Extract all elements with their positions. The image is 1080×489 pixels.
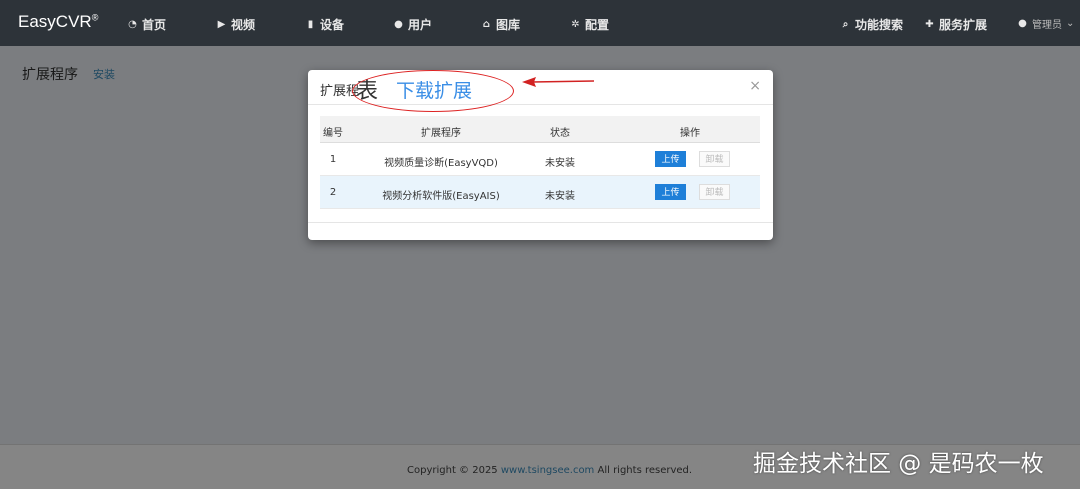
gear-icon: ✲ (571, 19, 580, 30)
table-header: 编号 扩展程序 状态 操作 (320, 116, 760, 143)
device-icon: ▮ (307, 19, 314, 30)
brand-name: EasyCVR (18, 12, 92, 31)
function-search[interactable]: ⌕ 功能搜索 (840, 16, 903, 33)
brand-mark: ® (91, 12, 99, 23)
nav-home[interactable]: ◔ 首页 (127, 16, 166, 33)
puzzle-icon: ✚ (925, 19, 934, 30)
top-navbar: EasyCVR® ◔ 首页 ▶ 视频 ▮ 设备 ● 用户 ⌂ 图库 ✲ 配置 ⌕ 功能搜索 ✚… (0, 0, 1080, 46)
row-name: 视频分析软件版(EasyAIS) (382, 191, 500, 202)
nav-video[interactable]: ▶ 视频 (216, 16, 255, 33)
search-icon: ⌕ (842, 19, 849, 30)
extension-table: 编号 扩展程序 状态 操作 1 视频质量诊断(EasyVQD) 未安装 上传 卸… (320, 116, 760, 209)
nav-device[interactable]: ▮ 设备 (305, 16, 344, 33)
upload-button[interactable]: 上传 (655, 151, 686, 167)
dashboard-icon: ◔ (128, 19, 137, 30)
user-icon: ● (394, 19, 403, 30)
close-icon[interactable]: × (749, 78, 761, 94)
row-status: 未安装 (545, 158, 575, 169)
row-status: 未安装 (545, 191, 575, 202)
annotation-text: 下载扩展 (396, 80, 473, 102)
bank-icon: ⌂ (482, 19, 491, 30)
user-menu[interactable]: ● 管理员 ⌄ (1017, 16, 1074, 31)
col-status: 状态 (550, 128, 570, 139)
table-row: 2 视频分析软件版(EasyAIS) 未安装 上传 卸载 (320, 176, 760, 209)
chevron-down-icon: ⌄ (1066, 18, 1075, 29)
user-icon: ● (1018, 18, 1027, 29)
modal-footer-divider (308, 222, 773, 223)
service-extension[interactable]: ✚ 服务扩展 (924, 16, 987, 33)
uninstall-button[interactable]: 卸载 (699, 151, 730, 167)
upload-button[interactable]: 上传 (655, 184, 686, 200)
row-name: 视频质量诊断(EasyVQD) (384, 158, 498, 169)
uninstall-button[interactable]: 卸载 (699, 184, 730, 200)
col-name: 扩展程序 (421, 128, 461, 139)
nav-user[interactable]: ● 用户 (393, 16, 432, 33)
col-id: 编号 (323, 128, 343, 139)
brand-logo[interactable]: EasyCVR® (18, 12, 98, 32)
nav-config[interactable]: ✲ 配置 (570, 16, 609, 33)
row-id: 2 (329, 187, 337, 198)
annotation-arrow-icon (522, 77, 595, 87)
table-row: 1 视频质量诊断(EasyVQD) 未安装 上传 卸载 (320, 143, 760, 176)
watermark: 掘金技术社区 @ 是码农一枚 (753, 451, 1044, 477)
col-action: 操作 (680, 128, 700, 139)
row-id: 1 (329, 154, 337, 165)
nav-gallery[interactable]: ⌂ 图库 (481, 16, 520, 33)
play-icon: ▶ (217, 19, 226, 30)
